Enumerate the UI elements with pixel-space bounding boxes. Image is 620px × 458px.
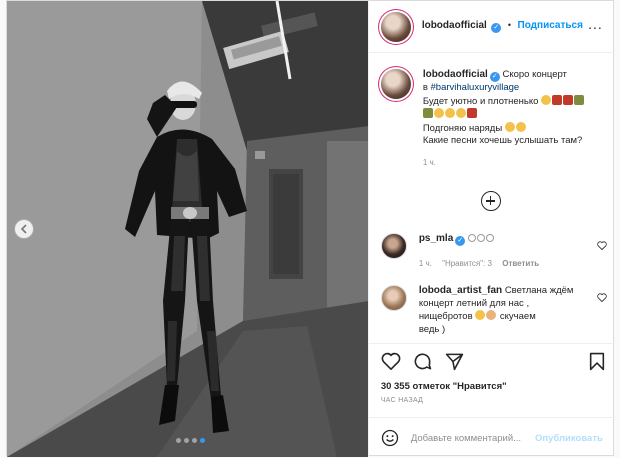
emoji-face-icon (476, 234, 485, 242)
add-comment-bar: Добавьте комментарий... Опубликовать (368, 417, 615, 458)
comment-icon[interactable] (413, 352, 432, 371)
likes-count[interactable]: 30 355 отметок "Нравится" (381, 381, 507, 392)
caption-meta: 1 ч. (423, 157, 585, 170)
post-side-panel: lobodaofficial ✓ • Подписаться ... lobod… (367, 1, 615, 458)
emoji-person-icon (433, 108, 444, 118)
carousel-dot (184, 438, 189, 443)
more-icon[interactable]: ... (588, 17, 603, 31)
comment-input[interactable]: Добавьте комментарий... (411, 433, 535, 444)
comment-body: loboda_artist_fan Светлана ждём концерт … (419, 285, 574, 336)
post-header: lobodaofficial ✓ • Подписаться ... (368, 1, 615, 53)
comment-emoji (467, 233, 495, 244)
carousel-dot-active (200, 438, 205, 443)
caption-time[interactable]: 1 ч. (423, 158, 436, 167)
post-photo[interactable] (7, 1, 368, 457)
emoji-tongue-icon (504, 121, 515, 132)
verified-icon: ✓ (489, 72, 500, 82)
comment-avatar[interactable] (380, 233, 407, 259)
comments-list[interactable]: lobodaofficial ✓ Скоро концерт в #barviha… (369, 53, 615, 343)
emoji-dancer-icon (552, 94, 563, 105)
bookmark-icon[interactable] (589, 352, 605, 371)
header-separator: • (507, 20, 511, 30)
emoji-dancer-icon (563, 94, 574, 105)
post-time-ago[interactable]: ЧАС НАЗАД (381, 397, 423, 404)
comment-username[interactable]: loboda_artist_fan (419, 285, 502, 296)
author-username[interactable]: lobodaofficial (422, 20, 487, 31)
author-avatar[interactable] (380, 11, 411, 42)
caption-line-3: Будет уютно и плотненько (422, 95, 539, 107)
emoji-face-icon (485, 234, 494, 242)
comment-line-1: Светлана ждём (504, 285, 574, 296)
comment-item: loboda_artist_fan Светлана ждём концерт … (380, 285, 607, 336)
smile-icon[interactable] (381, 429, 399, 447)
post-modal: lobodaofficial ✓ • Подписаться ... lobod… (6, 0, 615, 458)
comment-line-5: ведь ) (418, 323, 446, 335)
emoji-person-icon (466, 108, 477, 118)
comment-line-3: нищебротов (418, 311, 473, 322)
comment-likes[interactable]: "Нравится": 3 (442, 259, 492, 268)
photo-scene (7, 1, 368, 457)
comment-line-2: концерт летний для нас , (418, 297, 530, 309)
emoji-person-icon (455, 108, 466, 118)
comment-line-4: скучаем (499, 311, 536, 322)
caption-line-2: в (422, 82, 431, 93)
carousel-dot (192, 438, 197, 443)
add-circle-icon[interactable] (480, 191, 501, 211)
verified-icon: ✓ (455, 236, 466, 246)
comment-avatar[interactable] (380, 285, 407, 311)
previous-image-button[interactable] (14, 219, 34, 239)
caption-line-5: Подгоняю наряды (422, 122, 503, 134)
emoji-tongue-icon (515, 121, 526, 132)
comment-username[interactable]: ps_mla (419, 233, 453, 244)
header-name-row: lobodaofficial ✓ • Подписаться (422, 20, 583, 33)
emoji-people-icon (422, 108, 433, 118)
comment-meta: 1 ч. "Нравится": 3 Ответить (419, 258, 547, 271)
comment-body: ps_mla ✓ 1 ч. "Нравится": 3 Ответить (419, 233, 547, 271)
caption-text: lobodaofficial ✓ Скоро концерт в #barviha… (422, 69, 585, 170)
emoji-grin-icon (475, 310, 486, 320)
caption-line-6: Какие песни хочешь услышать там? (422, 135, 583, 146)
reply-button[interactable]: Ответить (502, 259, 539, 268)
post-actions: 30 355 отметок "Нравится" ЧАС НАЗАД Доба… (368, 343, 615, 458)
emoji-person-icon (444, 108, 455, 118)
heart-icon[interactable] (381, 352, 401, 370)
carousel-dots (176, 438, 205, 443)
comment-item: ps_mla ✓ 1 ч. "Нравится": 3 Ответить (380, 233, 607, 271)
emoji-face-icon (467, 234, 476, 242)
chevron-left-icon (20, 224, 27, 234)
hashtag-link[interactable]: #barvihaluxuryvillage (431, 82, 520, 93)
share-icon[interactable] (445, 352, 464, 371)
caption-username[interactable]: lobodaofficial (423, 69, 488, 80)
comment-time[interactable]: 1 ч. (419, 259, 432, 268)
heart-icon[interactable] (597, 241, 607, 250)
caption-line-1: Скоро концерт (502, 69, 567, 80)
follow-button[interactable]: Подписаться (518, 20, 583, 31)
carousel-dot (176, 438, 181, 443)
verified-icon: ✓ (491, 23, 502, 33)
emoji-people-icon (574, 94, 585, 105)
caption-avatar[interactable] (380, 69, 411, 99)
publish-button[interactable]: Опубликовать (535, 433, 603, 444)
caption: lobodaofficial ✓ Скоро концерт в #barviha… (380, 69, 585, 170)
emoji-pray-icon (486, 310, 497, 320)
heart-icon[interactable] (597, 293, 607, 302)
emoji-grin-icon (541, 94, 552, 105)
